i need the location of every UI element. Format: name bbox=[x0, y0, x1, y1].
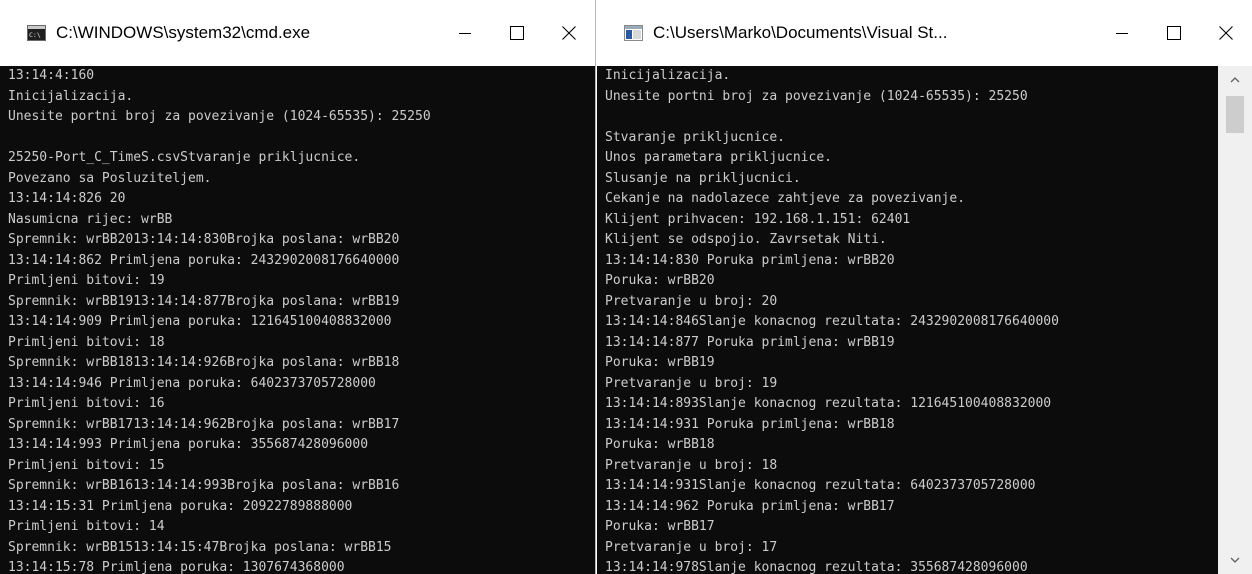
console-line: 13:14:15:31 Primljena poruka: 2092278988… bbox=[8, 498, 353, 514]
console-line: 13:14:14:978Slanje konacnog rezultata: 3… bbox=[605, 560, 1028, 574]
console-line: 13:14:14:862 Primljena poruka: 243290200… bbox=[8, 252, 400, 268]
console-line: 25250-Port_C_TimeS.csvStvaranje prikljuc… bbox=[8, 150, 361, 165]
cmd-icon: C:\ bbox=[27, 25, 46, 41]
title-bar[interactable]: C:\ C:\WINDOWS\system32\cmd.exe bbox=[0, 0, 595, 66]
scroll-down-button[interactable] bbox=[1218, 546, 1252, 574]
console-line: 13:14:15:78 Primljena poruka: 1307674368… bbox=[8, 560, 345, 574]
console-line: 13:14:14:931Slanje konacnog rezultata: 6… bbox=[605, 478, 1036, 493]
console-line: Poruka: wrBB18 bbox=[605, 437, 715, 452]
console-line: Unesite portni broj za povezivanje (1024… bbox=[605, 88, 1028, 104]
console-line: Primljeni bitovi: 14 bbox=[8, 519, 165, 534]
console-line: Inicijalizacija. bbox=[605, 68, 731, 83]
vertical-scrollbar[interactable] bbox=[1218, 66, 1252, 574]
console-line: Klijent se odspojio. Zavrsetak Niti. bbox=[605, 232, 887, 247]
minimize-icon bbox=[1116, 33, 1128, 34]
maximize-icon bbox=[1167, 26, 1181, 40]
chevron-up-icon bbox=[1230, 77, 1240, 83]
console-lines: 13:14:4:160 Inicijalizacija. Unesite portn… bbox=[0, 66, 595, 574]
console-line: Spremnik: wrBB1513:14:15:47Brojka poslan… bbox=[8, 539, 392, 555]
console-line: Poruka: wrBB20 bbox=[605, 273, 715, 288]
console-line: Klijent prihvacen: 192.168.1.151: 62401 bbox=[605, 211, 911, 227]
console-line: Spremnik: wrBB1913:14:14:877Brojka posla… bbox=[8, 293, 400, 309]
console-lines: Inicijalizacija. Unesite portni broj za p… bbox=[597, 66, 1218, 574]
console-app-icon bbox=[624, 25, 643, 41]
scrollbar-thumb[interactable] bbox=[1226, 96, 1244, 133]
console-line: Unos parametara prikljucnice. bbox=[605, 150, 832, 165]
console-window-right[interactable]: C:\Users\Marko\Documents\Visual St... In bbox=[597, 0, 1252, 574]
window-title: C:\WINDOWS\system32\cmd.exe bbox=[56, 23, 311, 42]
close-button[interactable] bbox=[543, 0, 595, 66]
cmd-window-left[interactable]: C:\ C:\WINDOWS\system32\cmd.exe 13:14:4:… bbox=[0, 0, 596, 574]
console-line: Poruka: wrBB19 bbox=[605, 355, 715, 370]
console-line: 13:14:14:993 Primljena poruka: 355687428… bbox=[8, 437, 369, 452]
console-line: Spremnik: wrBB1813:14:14:926Brojka posla… bbox=[8, 355, 400, 370]
console-line: Poruka: wrBB17 bbox=[605, 519, 715, 534]
console-line: Spremnik: wrBB1713:14:14:962Brojka posla… bbox=[8, 416, 400, 432]
console-line: 13:14:14:826 20 bbox=[8, 191, 126, 206]
console-line: Spremnik: wrBB1613:14:14:993Brojka posla… bbox=[8, 478, 400, 493]
console-line: Primljeni bitovi: 15 bbox=[8, 457, 165, 473]
console-line: Povezano sa Posluziteljem. bbox=[8, 170, 212, 186]
console-line: Cekanje na nadolazece zahtjeve za povezi… bbox=[605, 191, 966, 206]
console-line: Primljeni bitovi: 18 bbox=[8, 334, 165, 350]
minimize-button[interactable] bbox=[439, 0, 491, 66]
maximize-button[interactable] bbox=[1148, 0, 1200, 66]
console-line: Primljeni bitovi: 19 bbox=[8, 273, 165, 288]
scroll-up-button[interactable] bbox=[1218, 66, 1252, 94]
chevron-down-icon bbox=[1230, 557, 1240, 563]
close-icon bbox=[1219, 26, 1233, 40]
close-icon bbox=[562, 26, 576, 40]
maximize-icon bbox=[510, 26, 524, 40]
console-line: Inicijalizacija. bbox=[8, 88, 134, 104]
console-line: 13:14:14:893Slanje konacnog rezultata: 1… bbox=[605, 396, 1052, 411]
console-line: Spremnik: wrBB2013:14:14:830Brojka posla… bbox=[8, 232, 400, 247]
console-line: 13:14:4:160 bbox=[8, 68, 95, 83]
minimize-icon bbox=[459, 33, 471, 34]
console-line: Pretvaranje u broj: 18 bbox=[605, 457, 778, 473]
console-line: 13:14:14:877 Poruka primljena: wrBB19 bbox=[605, 334, 895, 350]
console-line: Primljeni bitovi: 16 bbox=[8, 396, 165, 411]
console-line: Nasumicna rijec: wrBB bbox=[8, 211, 173, 227]
console-line: Unesite portni broj za povezivanje (1024… bbox=[8, 109, 431, 124]
console-line: 13:14:14:946 Primljena poruka: 640237370… bbox=[8, 375, 376, 391]
console-line: 13:14:14:909 Primljena poruka: 121645100… bbox=[8, 314, 392, 329]
console-output[interactable]: Inicijalizacija. Unesite portni broj za p… bbox=[597, 66, 1218, 574]
console-line: Stvaranje prikljucnice. bbox=[605, 129, 786, 145]
console-line: 13:14:14:830 Poruka primljena: wrBB20 bbox=[605, 252, 895, 268]
console-line: 13:14:14:931 Poruka primljena: wrBB18 bbox=[605, 416, 895, 432]
maximize-button[interactable] bbox=[491, 0, 543, 66]
window-title: C:\Users\Marko\Documents\Visual St... bbox=[653, 23, 948, 42]
console-output[interactable]: 13:14:4:160 Inicijalizacija. Unesite portn… bbox=[0, 66, 595, 574]
console-line: 13:14:14:962 Poruka primljena: wrBB17 bbox=[605, 498, 895, 514]
console-line: Pretvaranje u broj: 17 bbox=[605, 539, 778, 555]
close-button[interactable] bbox=[1200, 0, 1252, 66]
title-bar[interactable]: C:\Users\Marko\Documents\Visual St... bbox=[597, 0, 1252, 66]
console-line: Slusanje na prikljucnici. bbox=[605, 170, 801, 186]
minimize-button[interactable] bbox=[1096, 0, 1148, 66]
svg-text:C:\: C:\ bbox=[29, 31, 41, 39]
console-line: Pretvaranje u broj: 20 bbox=[605, 293, 778, 309]
console-line: Pretvaranje u broj: 19 bbox=[605, 375, 778, 391]
console-line: 13:14:14:846Slanje konacnog rezultata: 2… bbox=[605, 314, 1059, 329]
